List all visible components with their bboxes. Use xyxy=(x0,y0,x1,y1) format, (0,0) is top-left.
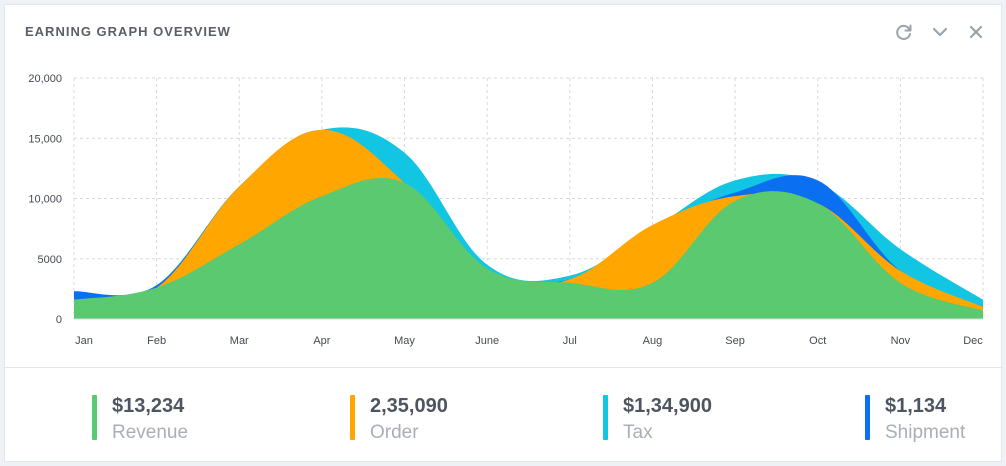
stat-value: $1,34,900 xyxy=(623,395,712,417)
stat-value: $1,134 xyxy=(885,395,947,417)
stat-color-bar xyxy=(603,395,608,440)
earning-graph-card: EARNING GRAPH OVERVIEW 0 5000 10,000 15,000… xyxy=(4,4,1003,463)
x-tick-label: May xyxy=(394,335,415,347)
x-tick-label: June xyxy=(475,335,499,347)
stat-value: 2,35,090 xyxy=(370,395,448,417)
stat-color-bar xyxy=(92,395,97,440)
x-tick-label: Jul xyxy=(563,335,577,347)
x-tick-label: Jan xyxy=(75,335,93,347)
x-tick-label: Apr xyxy=(313,335,330,347)
stat-color-bar xyxy=(865,395,870,440)
x-tick-label: Aug xyxy=(643,335,663,347)
x-tick-label: Nov xyxy=(891,335,911,347)
y-tick-label: 5000 xyxy=(38,254,62,266)
x-tick-label: Mar xyxy=(230,335,249,347)
stat-revenue: $13,234 Revenue xyxy=(92,394,188,444)
stat-shipment: $1,134 Shipment xyxy=(865,394,965,444)
y-tick-label: 0 xyxy=(56,314,62,326)
earning-chart-svg: 0 5000 10,000 15,000 20,000 Jan Feb Mar Apr May Ju… xyxy=(28,73,984,347)
stat-label: Revenue xyxy=(112,422,189,443)
y-tick-label: 10,000 xyxy=(28,194,62,206)
stat-order: 2,35,090 Order xyxy=(350,394,448,444)
stat-tax: $1,34,900 Tax xyxy=(603,394,712,444)
y-tick-label: 15,000 xyxy=(28,133,62,145)
stat-label: Tax xyxy=(623,422,653,443)
x-tick-label: Oct xyxy=(809,335,826,347)
x-tick-label: Feb xyxy=(147,335,166,347)
earning-chart: 0 5000 10,000 15,000 20,000 Jan Feb Mar Apr May Ju… xyxy=(5,5,1003,367)
stat-value: $13,234 xyxy=(112,395,185,417)
x-tick-label: Sep xyxy=(725,335,745,347)
x-tick-label: Dec xyxy=(963,335,983,347)
stat-label: Order xyxy=(370,422,419,443)
stat-label: Shipment xyxy=(885,422,966,443)
stat-color-bar xyxy=(350,395,355,440)
y-tick-label: 20,000 xyxy=(28,73,62,85)
stats-row: $13,234 Revenue 2,35,090 Order $1,34,900… xyxy=(5,368,1003,463)
